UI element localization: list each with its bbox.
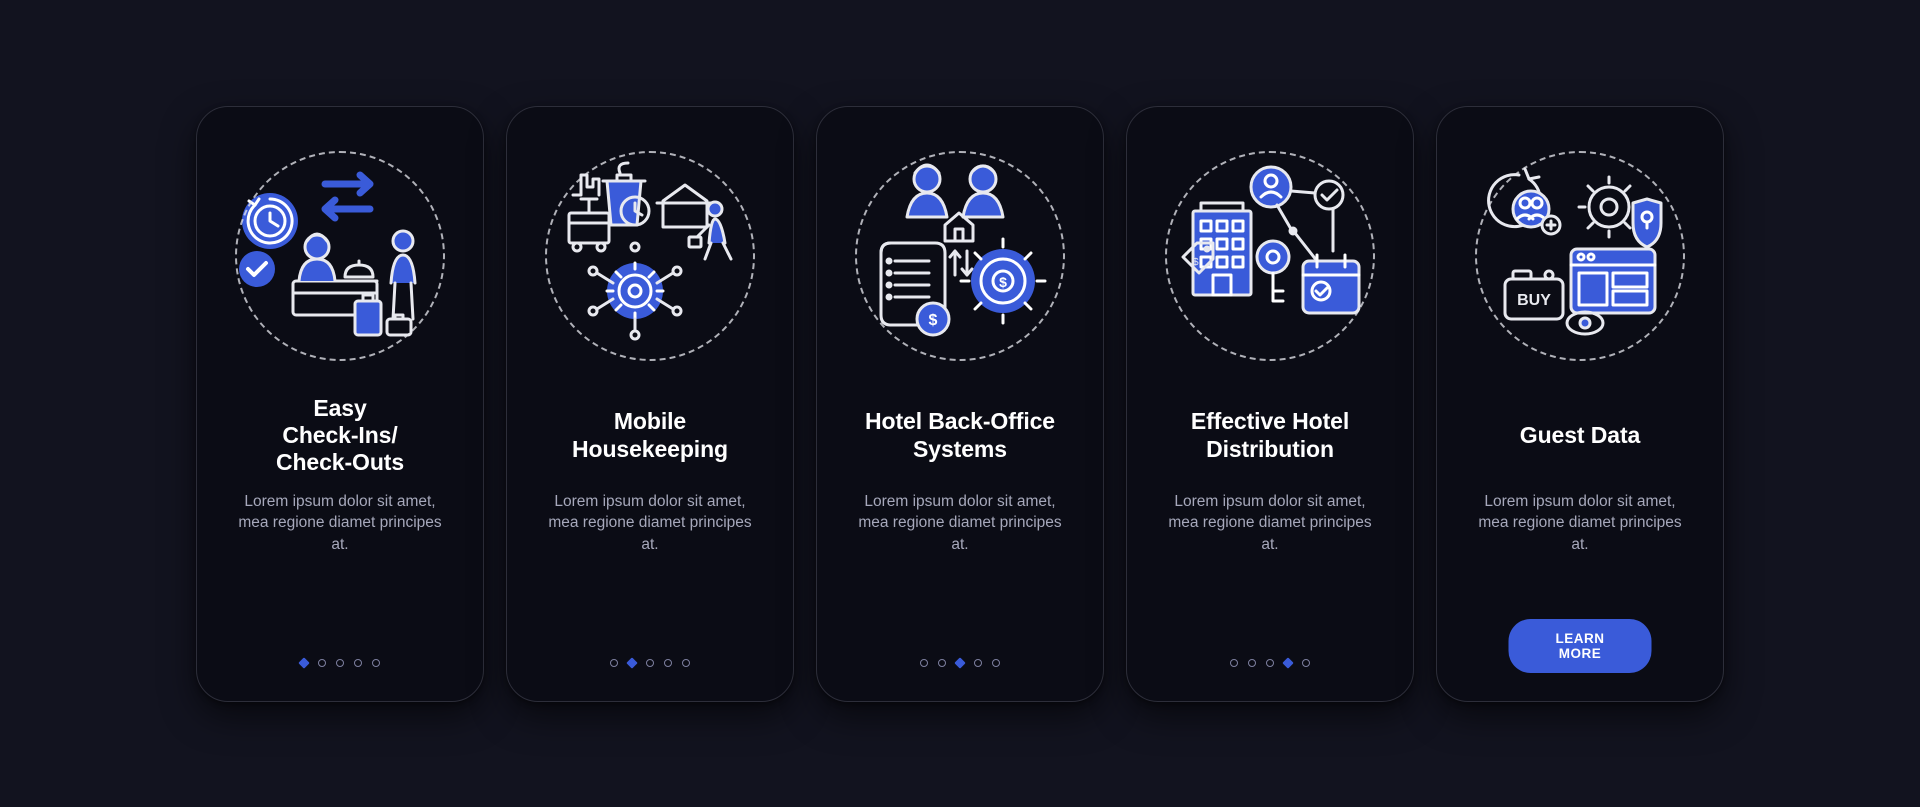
pager-dot[interactable] [1302, 659, 1310, 667]
card-title: Guest Data [1520, 395, 1640, 477]
pager-dot[interactable] [646, 659, 654, 667]
guest-data-icon: BUY [1475, 151, 1685, 361]
card-mobile-housekeeping: Mobile Housekeeping Lorem ipsum dolor si… [506, 106, 794, 702]
card-desc: Lorem ipsum dolor sit amet, mea regione … [850, 491, 1070, 556]
card-title: Effective Hotel Distribution [1191, 395, 1349, 477]
pager [197, 659, 483, 667]
pager-dot[interactable] [1248, 659, 1256, 667]
card-easy-check-in-out: Easy Check-Ins/ Check-Outs Lorem ipsum d… [196, 106, 484, 702]
onboarding-stage: Easy Check-Ins/ Check-Outs Lorem ipsum d… [0, 0, 1920, 807]
pager-dot[interactable] [610, 659, 618, 667]
card-guest-data: BUY Guest Data Lorem ipsum dolor sit ame… [1436, 106, 1724, 702]
hotel-distribution-icon: $ [1165, 151, 1375, 361]
dotted-circle-icon [1475, 151, 1685, 361]
card-title: Hotel Back-Office Systems [865, 395, 1055, 477]
pager-dot[interactable] [1282, 657, 1293, 668]
pager-dot[interactable] [1266, 659, 1274, 667]
learn-more-button[interactable]: LEARN MORE [1509, 619, 1652, 673]
dotted-circle-icon [855, 151, 1065, 361]
back-office-icon: $ $ [855, 151, 1065, 361]
card-title: Easy Check-Ins/ Check-Outs [276, 395, 404, 477]
pager-dot[interactable] [920, 659, 928, 667]
pager-dot[interactable] [1230, 659, 1238, 667]
card-desc: Lorem ipsum dolor sit amet, mea regione … [1470, 491, 1690, 556]
pager-dot[interactable] [372, 659, 380, 667]
pager [507, 659, 793, 667]
pager-dot[interactable] [626, 657, 637, 668]
pager-dot[interactable] [954, 657, 965, 668]
card-back-office: $ $ Hotel Back-Office Systems Lorem ipsu… [816, 106, 1104, 702]
card-desc: Lorem ipsum dolor sit amet, mea regione … [540, 491, 760, 556]
dotted-circle-icon [1165, 151, 1375, 361]
pager [1127, 659, 1413, 667]
pager-dot[interactable] [318, 659, 326, 667]
pager [817, 659, 1103, 667]
pager-dot[interactable] [938, 659, 946, 667]
checkin-checkout-icon [235, 151, 445, 361]
mobile-housekeeping-icon [545, 151, 755, 361]
pager-dot[interactable] [298, 657, 309, 668]
pager-dot[interactable] [992, 659, 1000, 667]
pager-dot[interactable] [336, 659, 344, 667]
pager-dot[interactable] [974, 659, 982, 667]
card-desc: Lorem ipsum dolor sit amet, mea regione … [1160, 491, 1380, 556]
dotted-circle-icon [545, 151, 755, 361]
dotted-circle-icon [235, 151, 445, 361]
pager-dot[interactable] [664, 659, 672, 667]
pager-dot[interactable] [682, 659, 690, 667]
card-desc: Lorem ipsum dolor sit amet, mea regione … [230, 491, 450, 556]
card-hotel-distribution: $ Effective Hotel Distribution Lorem ips… [1126, 106, 1414, 702]
card-title: Mobile Housekeeping [572, 395, 728, 477]
pager-dot[interactable] [354, 659, 362, 667]
